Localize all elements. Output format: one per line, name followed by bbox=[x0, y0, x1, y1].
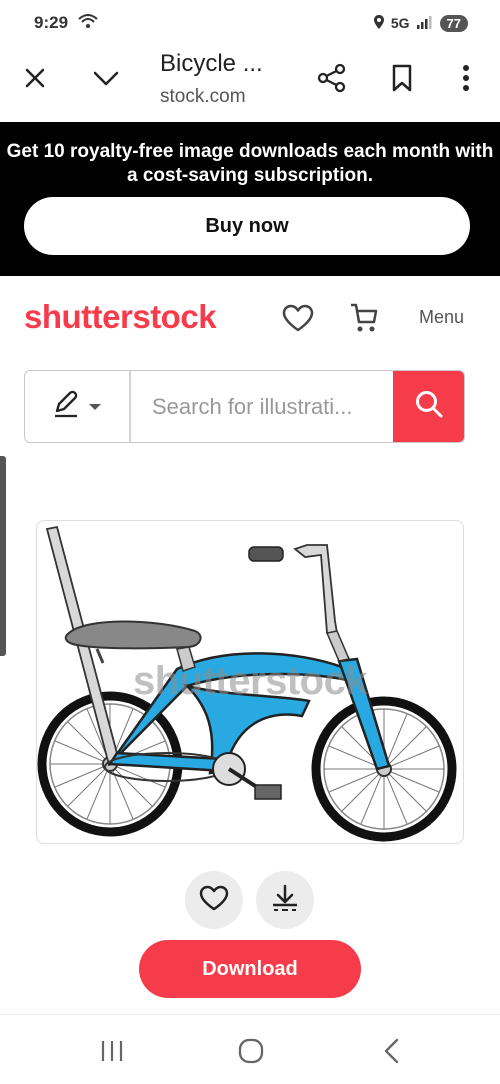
bookmark-icon[interactable] bbox=[382, 58, 422, 98]
system-nav-bar bbox=[0, 1014, 500, 1084]
home-icon[interactable] bbox=[231, 1033, 271, 1069]
promo-text-line2: a cost-saving subscription. bbox=[127, 165, 373, 186]
page-title[interactable]: Bicycle ... bbox=[160, 50, 263, 78]
site-header: shutterstock Menu bbox=[0, 290, 500, 350]
wifi-icon bbox=[78, 13, 98, 34]
menu-link[interactable]: Menu bbox=[419, 307, 464, 328]
recent-apps-icon[interactable] bbox=[92, 1033, 132, 1069]
download-icon bbox=[270, 883, 300, 918]
status-right: 5G 77 bbox=[373, 14, 468, 33]
page-url[interactable]: stock.com bbox=[160, 86, 246, 108]
search-button[interactable] bbox=[393, 371, 464, 442]
back-icon[interactable] bbox=[372, 1033, 412, 1069]
quick-download-button[interactable] bbox=[256, 871, 314, 929]
favorite-button[interactable] bbox=[185, 871, 243, 929]
location-icon bbox=[373, 14, 385, 33]
browser-toolbar: Bicycle ... stock.com bbox=[0, 46, 500, 120]
download-button[interactable]: Download bbox=[139, 940, 361, 998]
search-input[interactable] bbox=[133, 371, 395, 442]
watermark: shutterstock bbox=[133, 659, 368, 703]
status-left: 9:29 bbox=[34, 13, 98, 34]
search-bar bbox=[24, 370, 465, 443]
battery-badge: 77 bbox=[439, 14, 468, 32]
close-icon[interactable] bbox=[15, 58, 55, 98]
shutterstock-logo[interactable]: shutterstock bbox=[24, 298, 217, 336]
asset-type-select[interactable] bbox=[25, 371, 131, 442]
share-icon[interactable] bbox=[312, 58, 352, 98]
heart-icon[interactable] bbox=[280, 300, 316, 336]
more-options-icon[interactable] bbox=[446, 58, 486, 98]
promo-text: Get 10 royalty-free image downloads each… bbox=[0, 140, 500, 188]
network-label: 5G bbox=[390, 15, 410, 31]
image-preview[interactable]: shutterstock bbox=[36, 520, 464, 844]
edge-panel-handle[interactable] bbox=[0, 456, 6, 656]
heart-icon bbox=[199, 885, 229, 916]
status-bar: 9:29 5G 77 bbox=[0, 0, 500, 46]
promo-text-line1: Get 10 royalty-free image downloads each… bbox=[6, 141, 494, 162]
pen-icon bbox=[52, 389, 80, 424]
buy-now-button[interactable]: Buy now bbox=[24, 197, 470, 255]
chevron-down-icon[interactable] bbox=[86, 58, 126, 98]
caret-down-icon bbox=[88, 398, 102, 416]
search-icon bbox=[414, 389, 444, 424]
cart-icon[interactable] bbox=[346, 300, 382, 336]
status-time: 9:29 bbox=[34, 13, 69, 32]
signal-icon bbox=[416, 15, 434, 32]
